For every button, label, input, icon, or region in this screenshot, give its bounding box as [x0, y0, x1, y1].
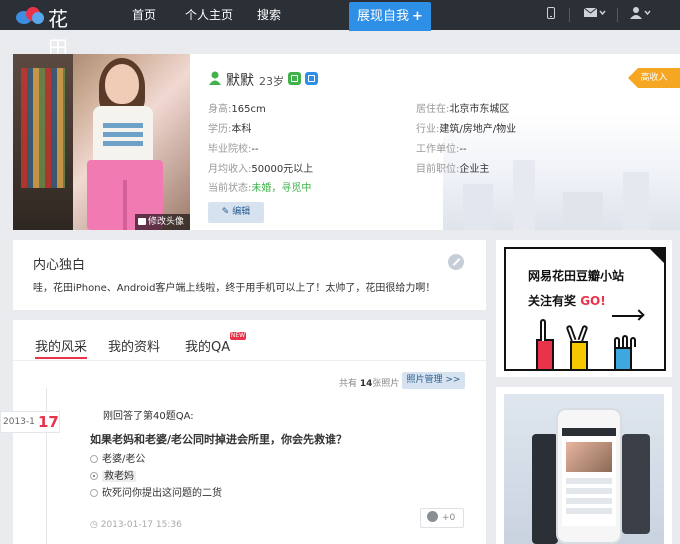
tab-my-style[interactable]: 我的风采: [35, 336, 87, 355]
info-residence: 居住在:北京市东城区: [416, 104, 510, 115]
hand-icon: [614, 347, 632, 369]
ad-headline: 网易花田豆瓣小站: [528, 269, 625, 283]
ad-corner-fold: [649, 249, 664, 264]
qa-option-selected[interactable]: 救老妈: [90, 467, 136, 482]
info-employer: 工作单位:--: [416, 144, 467, 155]
info-education: 学历:本科: [208, 124, 252, 135]
photo-count: 共有 14张照片: [339, 379, 400, 389]
timeline-date: 2013-1 17: [0, 411, 60, 433]
phone-ad-background: [504, 394, 664, 544]
logo-cloud-icon: [32, 12, 44, 24]
info-school: 毕业院校:--: [208, 144, 259, 155]
heart-icon: [427, 511, 438, 522]
radio-icon: [90, 455, 98, 463]
show-yourself-label: 展现自我: [357, 9, 410, 24]
hand-icon: [536, 339, 554, 369]
show-yourself-button[interactable]: 展现自我 +: [349, 2, 431, 31]
edit-pencil-icon[interactable]: [448, 254, 464, 270]
arrow-right-icon: [612, 315, 642, 317]
user-icon: [138, 218, 146, 225]
change-avatar-label: 修改头像: [148, 217, 185, 227]
hand-icon: [570, 341, 588, 369]
tab-divider: [13, 360, 486, 361]
active-tab-indicator: [35, 357, 87, 359]
tab-my-qa[interactable]: 我的QA: [185, 336, 230, 355]
mobile-app-ad[interactable]: [496, 387, 672, 544]
huatian-logo[interactable]: 花田: [14, 3, 84, 60]
top-navigation-bar: 花田 首页 个人主页 搜索 展现自我 +: [0, 0, 680, 60]
high-income-tag: 高收入: [628, 68, 680, 88]
radio-icon: [90, 472, 98, 480]
person-icon: [208, 71, 222, 85]
photo-manage-button[interactable]: 照片管理 >>: [402, 372, 465, 389]
inner-monologue-card: 内心独白 哇，花田iPhone、Android客户端上线啦，终于用手机可以上了！…: [13, 240, 486, 310]
ad-subheadline: 关注有奖 GO!: [528, 294, 606, 308]
phone-image: [556, 408, 622, 544]
username: 默默: [226, 73, 254, 89]
profile-card: 修改头像 默默 23岁 身高:165cm 学历:本科 毕业院校:-- 月均收入:…: [13, 54, 680, 230]
qa-option[interactable]: 老婆/老公: [90, 450, 145, 465]
like-button[interactable]: +0: [420, 508, 464, 528]
mail-icon[interactable]: [583, 7, 606, 21]
user-age: 23岁: [259, 75, 284, 88]
date-year-month: 2013-1: [3, 417, 35, 427]
info-industry: 行业:建筑/房地产/物业: [416, 124, 517, 135]
nav-search[interactable]: 搜索: [257, 6, 281, 23]
qa-answered-text: 刚回答了第40题QA:: [103, 411, 194, 422]
main-content-card: 我的风采 我的资料 我的QA NEW 共有 14张照片 照片管理 >> 刚回答了…: [13, 320, 486, 544]
radio-icon: [90, 489, 98, 497]
phone-icon[interactable]: [547, 7, 555, 22]
nav-personal-homepage[interactable]: 个人主页: [185, 6, 233, 23]
profile-photo[interactable]: 修改头像: [13, 54, 190, 230]
monologue-title: 内心独白: [33, 258, 86, 273]
qa-question: 如果老妈和老婆/老公同时掉进会所里，你会先救谁？: [90, 433, 348, 446]
topbar-divider: [617, 8, 618, 22]
monologue-text: 哇，花田iPhone、Android客户端上线啦，终于用手机可以上了！太帅了，花…: [33, 283, 436, 294]
phone-image: [532, 434, 558, 544]
info-position: 目前职位:企业主: [416, 164, 490, 175]
info-income: 月均收入:50000元以上: [208, 164, 314, 175]
topbar-divider: [569, 8, 570, 22]
qa-option[interactable]: 砍死问你提出这问题的二货: [90, 484, 222, 499]
new-badge: NEW: [230, 332, 246, 340]
change-avatar-button[interactable]: 修改头像: [135, 214, 190, 230]
ad-frame: 网易花田豆瓣小站 关注有奖 GO!: [504, 247, 666, 371]
douban-ad-banner[interactable]: 网易花田豆瓣小站 关注有奖 GO!: [496, 240, 672, 377]
date-day: 17: [38, 413, 59, 431]
edit-profile-button[interactable]: ✎ 编辑: [208, 202, 264, 223]
logo-text: 花田: [48, 7, 69, 60]
nav-home[interactable]: 首页: [132, 6, 156, 23]
post-timestamp: ◷ 2013-01-17 15:36: [90, 520, 182, 530]
verified-badge-icon[interactable]: [288, 72, 301, 85]
info-status: 当前状态:未婚，寻觅中: [208, 183, 312, 194]
info-height: 身高:165cm: [208, 104, 266, 115]
user-menu-icon[interactable]: [630, 7, 652, 22]
mobile-badge-icon[interactable]: [305, 72, 318, 85]
plus-icon: +: [412, 9, 423, 24]
phone-image: [622, 434, 650, 534]
tab-my-profile[interactable]: 我的资料: [108, 336, 160, 355]
